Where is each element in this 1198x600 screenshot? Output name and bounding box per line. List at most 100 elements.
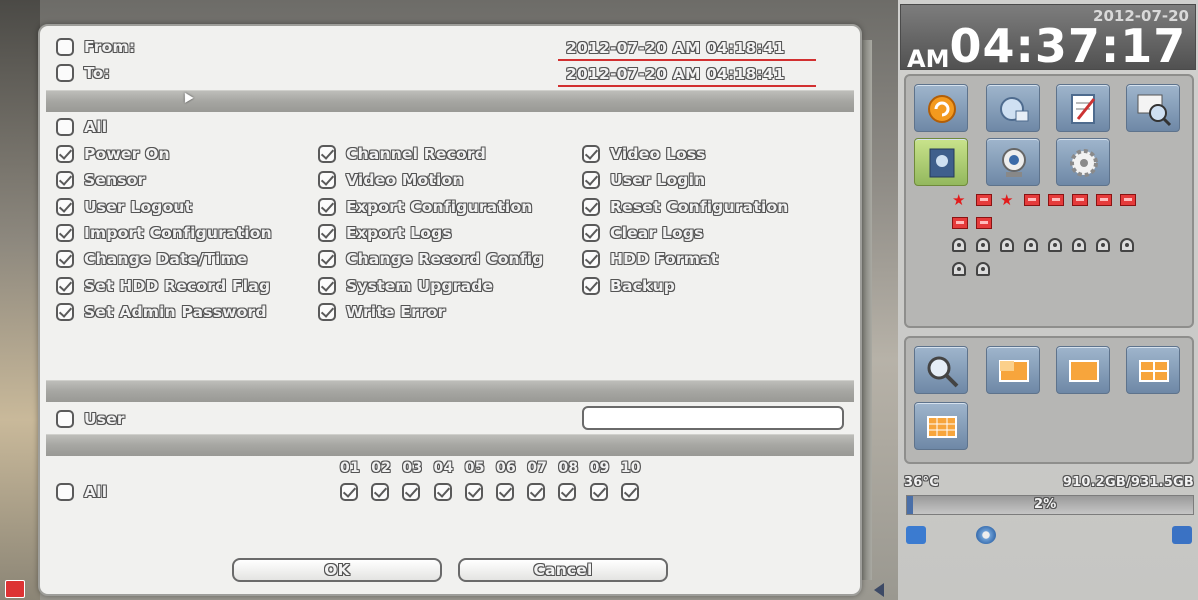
alarm-icon bbox=[952, 217, 968, 229]
channel-number-05: 05 bbox=[464, 460, 485, 476]
to-datetime[interactable]: 2012-07-20 AM 04:18:41 bbox=[566, 64, 785, 84]
event-label-export-configuration: Export Configuration bbox=[346, 197, 533, 216]
camera-status-icon bbox=[1072, 238, 1086, 252]
events-all-label: All bbox=[84, 118, 108, 136]
camera-status-icon bbox=[1000, 238, 1014, 252]
nine-view-icon[interactable] bbox=[914, 402, 968, 450]
settings-icon[interactable] bbox=[1056, 138, 1110, 186]
channels-all-checkbox[interactable] bbox=[56, 483, 74, 501]
network-icon[interactable] bbox=[986, 84, 1040, 132]
event-checkbox-hdd-format[interactable] bbox=[582, 250, 600, 269]
event-label-change-record-config: Change Record Config bbox=[346, 250, 544, 269]
clock-digits: 04:37:17 bbox=[949, 19, 1187, 73]
event-checkbox-set-hdd-record-flag[interactable] bbox=[56, 276, 74, 295]
event-checkbox-user-logout[interactable] bbox=[56, 197, 74, 216]
event-checkbox-video-motion[interactable] bbox=[318, 171, 336, 190]
camera-status-icon bbox=[952, 238, 966, 252]
camera-status-icon bbox=[952, 262, 966, 276]
events-all-checkbox[interactable] bbox=[56, 118, 74, 136]
collapse-arrow-icon[interactable] bbox=[874, 583, 884, 597]
event-label-sensor: Sensor bbox=[84, 171, 146, 190]
event-checkbox-power-on[interactable] bbox=[56, 145, 74, 163]
log-icon[interactable] bbox=[1056, 84, 1110, 132]
event-label-user-logout: User Logout bbox=[84, 197, 193, 216]
clock: 2012-07-20 AM04:37:17 bbox=[900, 4, 1196, 73]
section-divider bbox=[46, 380, 854, 402]
event-label-reset-configuration: Reset Configuration bbox=[610, 197, 789, 216]
from-underline bbox=[558, 59, 816, 61]
webcam-icon[interactable] bbox=[986, 138, 1040, 186]
user-input[interactable] bbox=[582, 406, 844, 430]
event-checkbox-system-upgrade[interactable] bbox=[318, 276, 336, 295]
event-checkbox-write-error[interactable] bbox=[318, 302, 336, 321]
cancel-button[interactable]: Cancel bbox=[458, 558, 668, 582]
alarm-icon bbox=[976, 194, 992, 206]
alarm-icon bbox=[1024, 194, 1040, 206]
user-checkbox[interactable] bbox=[56, 410, 74, 428]
event-label-backup: Backup bbox=[610, 276, 676, 295]
alarm-icon bbox=[1120, 194, 1136, 206]
channel-checkbox-01[interactable] bbox=[340, 483, 358, 501]
camera-status-icon bbox=[1048, 238, 1062, 252]
disc-icon[interactable] bbox=[976, 526, 996, 544]
alarm-icon bbox=[1048, 194, 1064, 206]
from-checkbox[interactable] bbox=[56, 38, 74, 56]
event-checkbox-channel-record[interactable] bbox=[318, 145, 336, 163]
channel-number-08: 08 bbox=[558, 460, 579, 476]
channel-checkbox-07[interactable] bbox=[527, 483, 546, 501]
single-view-icon[interactable] bbox=[986, 346, 1040, 394]
quad-view-icon[interactable] bbox=[1126, 346, 1180, 394]
event-label-system-upgrade: System Upgrade bbox=[346, 276, 494, 295]
event-label-export-logs: Export Logs bbox=[346, 223, 452, 242]
zoom-icon[interactable] bbox=[914, 346, 968, 394]
event-checkbox-reset-configuration[interactable] bbox=[582, 197, 600, 216]
network-status-icon[interactable] bbox=[906, 526, 926, 544]
event-checkbox-change-record-config[interactable] bbox=[318, 250, 336, 269]
channel-number-06: 06 bbox=[496, 460, 516, 476]
event-checkbox-user-login[interactable] bbox=[582, 171, 600, 190]
event-label-power-on: Power On bbox=[84, 145, 170, 163]
search-zoom-icon[interactable] bbox=[1126, 84, 1180, 132]
event-checkbox-change-date-time[interactable] bbox=[56, 250, 74, 269]
event-checkbox-sensor[interactable] bbox=[56, 171, 74, 190]
camera-status-icon bbox=[1096, 238, 1110, 252]
ok-button-label: OK bbox=[324, 561, 350, 579]
event-checkbox-video-loss[interactable] bbox=[582, 145, 600, 163]
camera-view-left bbox=[0, 0, 40, 600]
channel-checkbox-03[interactable] bbox=[402, 483, 421, 501]
camera-status-icon bbox=[976, 262, 990, 276]
user-label: User bbox=[84, 410, 125, 428]
to-checkbox[interactable] bbox=[56, 64, 74, 82]
channel-checkbox-08[interactable] bbox=[558, 483, 577, 501]
channels-all-label: All bbox=[84, 483, 108, 501]
event-checkbox-set-admin-password[interactable] bbox=[56, 302, 74, 321]
event-label-video-loss: Video Loss bbox=[610, 145, 706, 163]
channel-checkbox-02[interactable] bbox=[371, 483, 390, 501]
event-label-set-admin-password: Set Admin Password bbox=[84, 302, 267, 321]
event-checkbox-export-configuration[interactable] bbox=[318, 197, 336, 216]
event-checkbox-export-logs[interactable] bbox=[318, 223, 336, 242]
event-checkbox-clear-logs[interactable] bbox=[582, 223, 600, 242]
channel-checkbox-04[interactable] bbox=[433, 483, 452, 501]
playback-icon[interactable] bbox=[914, 84, 968, 132]
temperature: 36°C bbox=[904, 475, 939, 490]
camera-setup-icon[interactable] bbox=[914, 138, 968, 186]
channel-checkbox-06[interactable] bbox=[496, 483, 514, 501]
alarm-icon bbox=[1096, 194, 1112, 206]
channel-checkbox-10[interactable] bbox=[620, 483, 639, 501]
alarm-icon bbox=[1072, 194, 1088, 206]
event-checkbox-import-configuration[interactable] bbox=[56, 223, 74, 242]
motion-icon: ★ bbox=[952, 191, 966, 209]
event-checkbox-backup[interactable] bbox=[582, 276, 600, 295]
channel-checkbox-09[interactable] bbox=[589, 483, 608, 501]
ok-button[interactable]: OK bbox=[232, 558, 442, 582]
event-label-write-error: Write Error bbox=[346, 302, 446, 321]
user-account-icon[interactable] bbox=[1172, 526, 1192, 544]
from-label: From: bbox=[84, 38, 136, 56]
full-view-icon[interactable] bbox=[1056, 346, 1110, 394]
channel-number-01: 01 bbox=[340, 460, 360, 476]
event-label-set-hdd-record-flag: Set HDD Record Flag bbox=[84, 276, 271, 295]
channel-checkbox-05[interactable] bbox=[464, 483, 483, 501]
from-datetime[interactable]: 2012-07-20 AM 04:18:41 bbox=[566, 38, 785, 58]
alarm-icon bbox=[976, 217, 992, 229]
